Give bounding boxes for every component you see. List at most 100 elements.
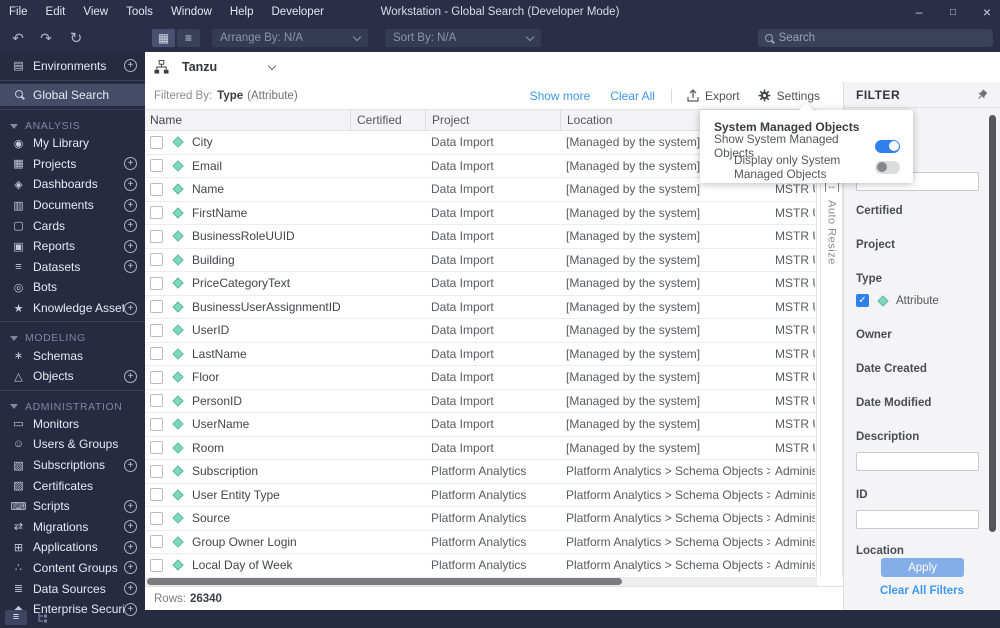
row-checkbox[interactable]: [150, 323, 163, 337]
menu-file[interactable]: File: [0, 6, 37, 18]
sidebar-item-documents[interactable]: ▥ Documents +: [0, 195, 145, 216]
sidebar-item-cards[interactable]: ▢ Cards +: [0, 215, 145, 236]
show-more-link[interactable]: Show more: [520, 89, 601, 103]
arrange-by-dropdown[interactable]: Arrange By: N/A: [212, 29, 368, 47]
sidebar-item-bots[interactable]: ◎ Bots: [0, 277, 145, 298]
row-checkbox[interactable]: [150, 558, 163, 572]
sidebar-item-monitors[interactable]: ▭ Monitors: [0, 414, 145, 435]
table-row-source[interactable]: Source Platform Analytics Platform Analyti…: [145, 507, 816, 531]
sidebar-item-content-groups[interactable]: ∴ Content Groups +: [0, 558, 145, 579]
add-scripts-button[interactable]: +: [124, 499, 137, 513]
type-filter-label[interactable]: Type: [856, 273, 882, 285]
column-header-project[interactable]: Project: [425, 110, 560, 130]
sidebar-item-objects[interactable]: △ Objects +: [0, 366, 145, 387]
tree-view-icon[interactable]: [33, 610, 55, 625]
project-filter-label[interactable]: Project: [856, 239, 895, 251]
sidebar-section-modeling[interactable]: MODELING: [0, 325, 145, 345]
table-row-subscription[interactable]: Subscription Platform Analytics Platform A…: [145, 460, 816, 484]
row-checkbox[interactable]: [150, 300, 163, 314]
add-dashboards-button[interactable]: +: [124, 177, 137, 191]
clear-all-link[interactable]: Clear All: [600, 89, 665, 103]
sidebar-item-knowledge-assets[interactable]: ★ Knowledge Assets +: [0, 298, 145, 319]
show-system-managed-toggle[interactable]: [875, 139, 900, 153]
close-button[interactable]: ×: [980, 4, 994, 20]
row-checkbox[interactable]: [150, 135, 163, 149]
sidebar-item-applications[interactable]: ⊞ Applications +: [0, 537, 145, 558]
sidebar-item-scripts[interactable]: ⌨ Scripts +: [0, 496, 145, 517]
add-content-groups-button[interactable]: +: [124, 561, 137, 575]
environment-chevron-icon[interactable]: [267, 61, 277, 70]
add-cards-button[interactable]: +: [124, 219, 137, 233]
export-button[interactable]: Export: [678, 89, 749, 103]
column-header-certified[interactable]: Certified: [350, 110, 425, 130]
table-row-pricecategorytext[interactable]: PriceCategoryText Data Import [Managed by …: [145, 272, 816, 296]
table-row-user-entity-type[interactable]: User Entity Type Platform Analytics Platfo…: [145, 484, 816, 507]
sidebar-item-dashboards[interactable]: ◈ Dashboards +: [0, 174, 145, 195]
row-checkbox[interactable]: [150, 535, 163, 549]
description-filter-input[interactable]: [856, 452, 979, 471]
scrollbar-thumb[interactable]: [989, 115, 996, 532]
settings-button[interactable]: Settings: [749, 89, 829, 103]
environment-name[interactable]: Tanzu: [182, 60, 217, 74]
list-view-button[interactable]: ≡: [177, 29, 200, 47]
menu-view[interactable]: View: [74, 6, 117, 18]
row-checkbox[interactable]: [150, 159, 163, 173]
sidebar-item-data-sources[interactable]: ≣ Data Sources +: [0, 578, 145, 599]
table-row-businessuserassignmentid[interactable]: BusinessUserAssignmentID Data Import [Mana…: [145, 296, 816, 319]
row-checkbox[interactable]: [150, 276, 163, 290]
sidebar-item-environments[interactable]: ▤ Environments +: [0, 54, 145, 77]
table-row-businessroleuuid[interactable]: BusinessRoleUUID Data Import [Managed by t…: [145, 225, 816, 249]
table-row-personid[interactable]: PersonID Data Import [Managed by the syste…: [145, 390, 816, 413]
row-checkbox[interactable]: [150, 206, 163, 220]
row-checkbox[interactable]: [150, 488, 163, 502]
sidebar-section-administration[interactable]: ADMINISTRATION: [0, 394, 145, 414]
search-box[interactable]: [758, 29, 993, 47]
display-only-system-managed-toggle[interactable]: [875, 160, 900, 174]
certified-filter-label[interactable]: Certified: [856, 205, 903, 217]
add-projects-button[interactable]: +: [124, 157, 137, 171]
id-filter-input[interactable]: [856, 510, 979, 529]
table-row-building[interactable]: Building Data Import [Managed by the syste…: [145, 249, 816, 272]
date-modified-filter-label[interactable]: Date Modified: [856, 397, 931, 409]
menu-help[interactable]: Help: [221, 6, 263, 18]
sidebar-item-reports[interactable]: ▣ Reports +: [0, 236, 145, 257]
description-filter-label[interactable]: Description: [856, 431, 919, 443]
apply-button[interactable]: Apply: [881, 558, 964, 577]
sort-by-dropdown[interactable]: Sort By: N/A: [385, 29, 541, 47]
table-row-lastname[interactable]: LastName Data Import [Managed by the syste…: [145, 343, 816, 366]
sidebar-item-datasets[interactable]: ≡ Datasets +: [0, 257, 145, 278]
grid-view-button[interactable]: ▦: [152, 29, 175, 47]
sidebar-item-schemas[interactable]: ∗ Schemas: [0, 345, 145, 366]
pin-icon[interactable]: [976, 89, 988, 101]
row-checkbox[interactable]: [150, 394, 163, 408]
sidebar-item-global-search[interactable]: Global Search: [0, 84, 145, 106]
filter-panel-scrollbar[interactable]: [989, 115, 996, 532]
row-checkbox[interactable]: [150, 441, 163, 455]
add-documents-button[interactable]: +: [124, 198, 137, 212]
row-checkbox[interactable]: [150, 347, 163, 361]
table-row-firstname[interactable]: FirstName Data Import [Managed by the syst…: [145, 202, 816, 225]
type-option-attribute[interactable]: ✓ Attribute: [856, 294, 939, 307]
row-checkbox[interactable]: [150, 417, 163, 431]
row-checkbox[interactable]: [150, 511, 163, 525]
sidebar-section-analysis[interactable]: ANALYSIS: [0, 113, 145, 133]
date-created-filter-label[interactable]: Date Created: [856, 363, 927, 375]
flat-list-view-icon[interactable]: ≡: [5, 609, 27, 625]
menu-window[interactable]: Window: [162, 6, 221, 18]
table-row-userid[interactable]: UserID Data Import [Managed by the system]…: [145, 319, 816, 343]
row-checkbox[interactable]: [150, 229, 163, 243]
sidebar-item-certificates[interactable]: ▨ Certificates: [0, 475, 145, 496]
search-input[interactable]: [778, 32, 986, 44]
add-subscriptions-button[interactable]: +: [124, 458, 137, 472]
id-filter-label[interactable]: ID: [856, 489, 868, 501]
clear-all-filters-link[interactable]: Clear All Filters: [844, 585, 1000, 597]
add-objects-button[interactable]: +: [124, 369, 137, 383]
scrollbar-thumb[interactable]: [147, 578, 622, 585]
sidebar-item-projects[interactable]: ▦ Projects +: [0, 154, 145, 175]
row-checkbox[interactable]: [150, 182, 163, 196]
sidebar-item-migrations[interactable]: ⇄ Migrations +: [0, 517, 145, 538]
menu-tools[interactable]: Tools: [117, 6, 162, 18]
refresh-icon[interactable]: ↻: [66, 24, 86, 52]
add-environments-button[interactable]: +: [124, 59, 137, 72]
sidebar-item-my-library[interactable]: ◉ My Library: [0, 133, 145, 154]
